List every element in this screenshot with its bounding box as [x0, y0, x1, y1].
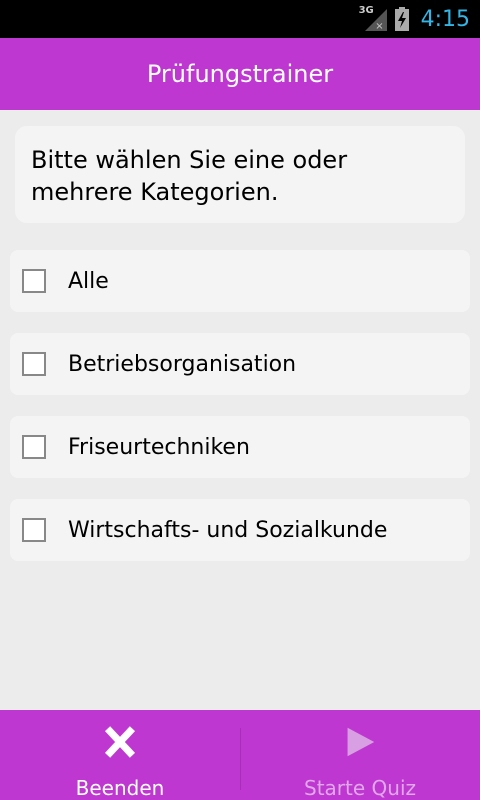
signal-icon: 3G × [358, 5, 387, 32]
network-type: 3G [358, 5, 374, 16]
category-label: Wirtschafts- und Sozialkunde [68, 517, 388, 543]
page-title: Prüfungstrainer [146, 60, 334, 88]
start-quiz-button[interactable]: Starte Quiz [240, 710, 480, 800]
category-item-betriebsorganisation[interactable]: Betriebsorganisation [10, 333, 470, 395]
category-item-wirtschafts-und-sozialkunde[interactable]: Wirtschafts- und Sozialkunde [10, 499, 470, 561]
app-bar: Prüfungstrainer [0, 38, 480, 110]
play-icon [347, 727, 375, 757]
checkbox[interactable] [22, 352, 46, 376]
checkbox[interactable] [22, 435, 46, 459]
checkbox[interactable] [22, 269, 46, 293]
category-list: Alle Betriebsorganisation Friseurtechnik… [10, 250, 470, 582]
category-label: Alle [68, 268, 109, 294]
category-label: Betriebsorganisation [68, 351, 297, 377]
close-icon [104, 726, 136, 758]
bottom-action-bar: Beenden Starte Quiz [0, 710, 480, 800]
battery-charging-icon [394, 7, 409, 31]
quit-label: Beenden [75, 776, 165, 800]
checkbox[interactable] [22, 518, 46, 542]
status-clock: 4:15 [420, 6, 470, 32]
category-label: Friseurtechniken [68, 434, 250, 460]
category-item-alle[interactable]: Alle [10, 250, 470, 312]
quit-button[interactable]: Beenden [0, 710, 240, 800]
start-quiz-label: Starte Quiz [304, 776, 416, 800]
status-bar: 3G × 4:15 [0, 0, 480, 38]
instruction-text: Bitte wählen Sie eine oder mehrere Kateg… [15, 126, 465, 223]
category-item-friseurtechniken[interactable]: Friseurtechniken [10, 416, 470, 478]
